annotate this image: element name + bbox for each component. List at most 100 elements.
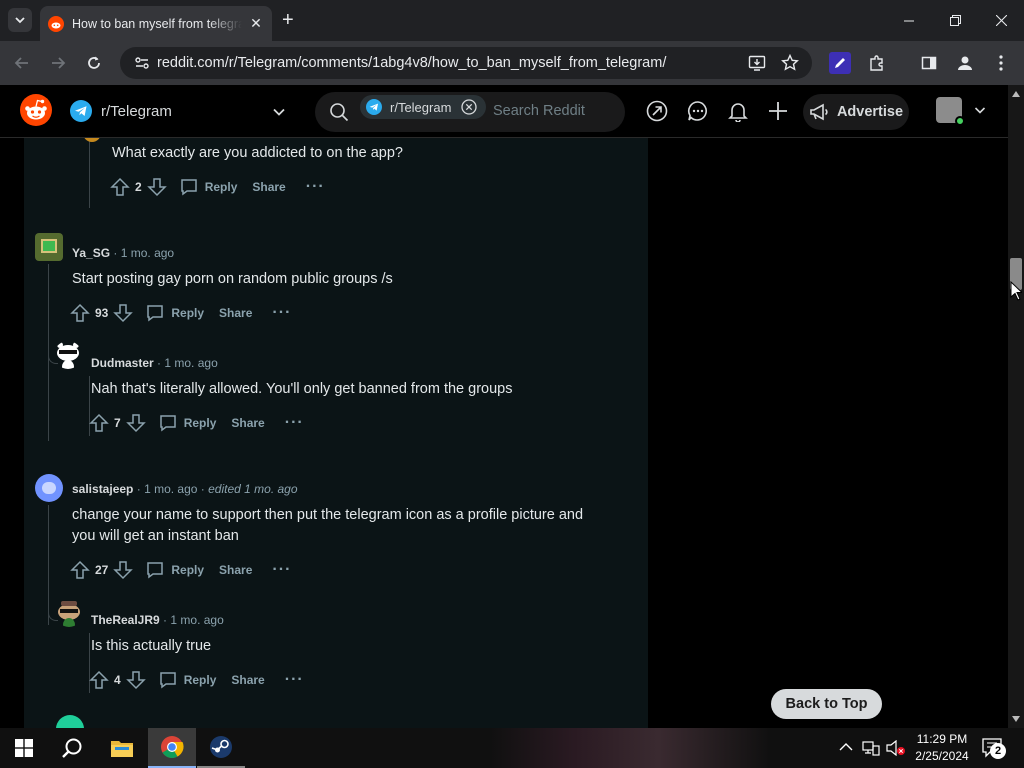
reply-bubble-icon[interactable]: [145, 303, 165, 323]
upvote-icon[interactable]: [70, 560, 90, 580]
folder-icon: [111, 741, 133, 757]
search-community-chip[interactable]: r/Telegram: [360, 95, 486, 119]
more-options-icon[interactable]: ···: [272, 561, 291, 579]
thread-line[interactable]: [48, 505, 49, 625]
taskbar-search-button[interactable]: [48, 728, 96, 768]
bookmark-star-icon[interactable]: [781, 54, 799, 72]
volume-muted-icon[interactable]: [886, 740, 906, 756]
file-explorer-button[interactable]: [98, 728, 146, 768]
share-button[interactable]: Share: [252, 180, 285, 194]
comment-author[interactable]: salistajeep · 1 mo. ago · edited 1 mo. a…: [72, 482, 298, 496]
downvote-icon[interactable]: [146, 177, 167, 197]
share-button[interactable]: Share: [231, 416, 264, 430]
popular-arrow-icon: [646, 100, 668, 122]
reload-button[interactable]: [83, 52, 105, 74]
user-menu[interactable]: [936, 97, 986, 126]
chrome-taskbar-button[interactable]: [148, 728, 196, 768]
telegram-icon: [366, 99, 382, 115]
avatar: [56, 715, 84, 728]
reply-bubble-icon[interactable]: [158, 413, 178, 433]
author-name[interactable]: salistajeep: [72, 482, 133, 496]
upvote-icon[interactable]: [70, 303, 90, 323]
reply-bubble-icon[interactable]: [179, 177, 199, 197]
comment-author[interactable]: Dudmaster · 1 mo. ago: [91, 356, 218, 370]
reddit-favicon-icon: [48, 15, 64, 32]
author-name[interactable]: TheRealJR9: [91, 613, 160, 627]
arrow-left-icon: [14, 57, 28, 69]
start-button[interactable]: [0, 728, 48, 768]
comment-actions: 4 Reply Share ···: [89, 668, 304, 692]
chevron-down-icon[interactable]: [272, 105, 286, 119]
page-scrollbar[interactable]: [1008, 85, 1024, 728]
reply-button[interactable]: Reply: [171, 306, 204, 320]
more-options-icon[interactable]: ···: [306, 178, 325, 196]
reply-button[interactable]: Reply: [184, 673, 217, 687]
vote-count: 7: [114, 416, 121, 430]
minimize-button[interactable]: [886, 0, 932, 41]
advertise-button[interactable]: Advertise: [803, 94, 909, 130]
reply-button[interactable]: Reply: [171, 563, 204, 577]
share-button[interactable]: Share: [219, 306, 252, 320]
comment-author[interactable]: Ya_SG · 1 mo. ago: [72, 246, 174, 260]
downvote-icon[interactable]: [125, 413, 146, 433]
search-input[interactable]: Search Reddit: [493, 103, 585, 119]
popular-button[interactable]: [645, 99, 669, 123]
community-selector[interactable]: r/Telegram: [70, 100, 172, 122]
new-tab-button[interactable]: +: [282, 10, 294, 30]
scroll-down-icon[interactable]: [1012, 716, 1020, 722]
downvote-icon[interactable]: [125, 670, 146, 690]
upvote-icon[interactable]: [89, 670, 109, 690]
chevron-down-icon: [15, 17, 25, 24]
downvote-icon[interactable]: [113, 303, 134, 323]
network-icon[interactable]: [862, 740, 880, 756]
notifications-button[interactable]: [726, 99, 750, 123]
restore-button[interactable]: [932, 0, 978, 41]
upvote-icon[interactable]: [89, 413, 109, 433]
create-post-button[interactable]: [766, 99, 790, 123]
author-name[interactable]: Ya_SG: [72, 246, 110, 260]
chrome-icon: [161, 736, 184, 758]
chat-button[interactable]: [686, 99, 710, 123]
more-options-icon[interactable]: ···: [272, 304, 291, 322]
more-options-icon[interactable]: ···: [285, 414, 304, 432]
forward-button[interactable]: [47, 52, 69, 74]
author-name[interactable]: Dudmaster: [91, 356, 154, 370]
windows-taskbar: 11:29 PM 2/25/2024 2: [0, 728, 1024, 768]
share-button[interactable]: Share: [231, 673, 264, 687]
share-button[interactable]: Share: [219, 563, 252, 577]
scroll-up-icon[interactable]: [1012, 91, 1020, 97]
reply-bubble-icon[interactable]: [158, 670, 178, 690]
profile-button[interactable]: [954, 52, 976, 74]
action-center-button[interactable]: 2: [982, 738, 1006, 759]
more-options-icon[interactable]: ···: [285, 671, 304, 689]
thread-line[interactable]: [48, 264, 49, 441]
clear-chip-icon[interactable]: [461, 99, 477, 115]
browser-menu-button[interactable]: [990, 52, 1012, 74]
comment-author[interactable]: TheRealJR9 · 1 mo. ago: [91, 613, 224, 627]
chevron-up-icon[interactable]: [839, 742, 853, 752]
reddit-logo[interactable]: [20, 94, 52, 126]
reply-button[interactable]: Reply: [184, 416, 217, 430]
address-bar[interactable]: reddit.com/r/Telegram/comments/1abg4v8/h…: [120, 47, 812, 79]
reload-icon: [88, 56, 100, 69]
upvote-icon[interactable]: [110, 177, 130, 197]
reply-bubble-icon[interactable]: [145, 560, 165, 580]
thread-line[interactable]: [89, 138, 90, 208]
close-tab-icon[interactable]: ✕: [248, 15, 264, 32]
steam-taskbar-button[interactable]: [197, 728, 245, 768]
downvote-icon[interactable]: [113, 560, 134, 580]
browser-tab[interactable]: How to ban myself from telegram ✕: [40, 6, 272, 41]
search-icon: [330, 103, 349, 122]
system-clock[interactable]: 11:29 PM 2/25/2024: [914, 731, 970, 765]
comment-time: 1 mo. ago: [170, 613, 224, 627]
extension-pen-button[interactable]: [829, 52, 851, 74]
install-app-icon[interactable]: [748, 54, 766, 72]
plus-icon: [769, 102, 787, 120]
back-to-top-button[interactable]: Back to Top: [771, 689, 882, 719]
tab-search-button[interactable]: [8, 8, 32, 32]
reply-button[interactable]: Reply: [205, 180, 238, 194]
side-panel-button[interactable]: [918, 52, 940, 74]
back-button[interactable]: [11, 52, 33, 74]
extensions-button[interactable]: [866, 52, 888, 74]
close-window-button[interactable]: [978, 0, 1024, 41]
